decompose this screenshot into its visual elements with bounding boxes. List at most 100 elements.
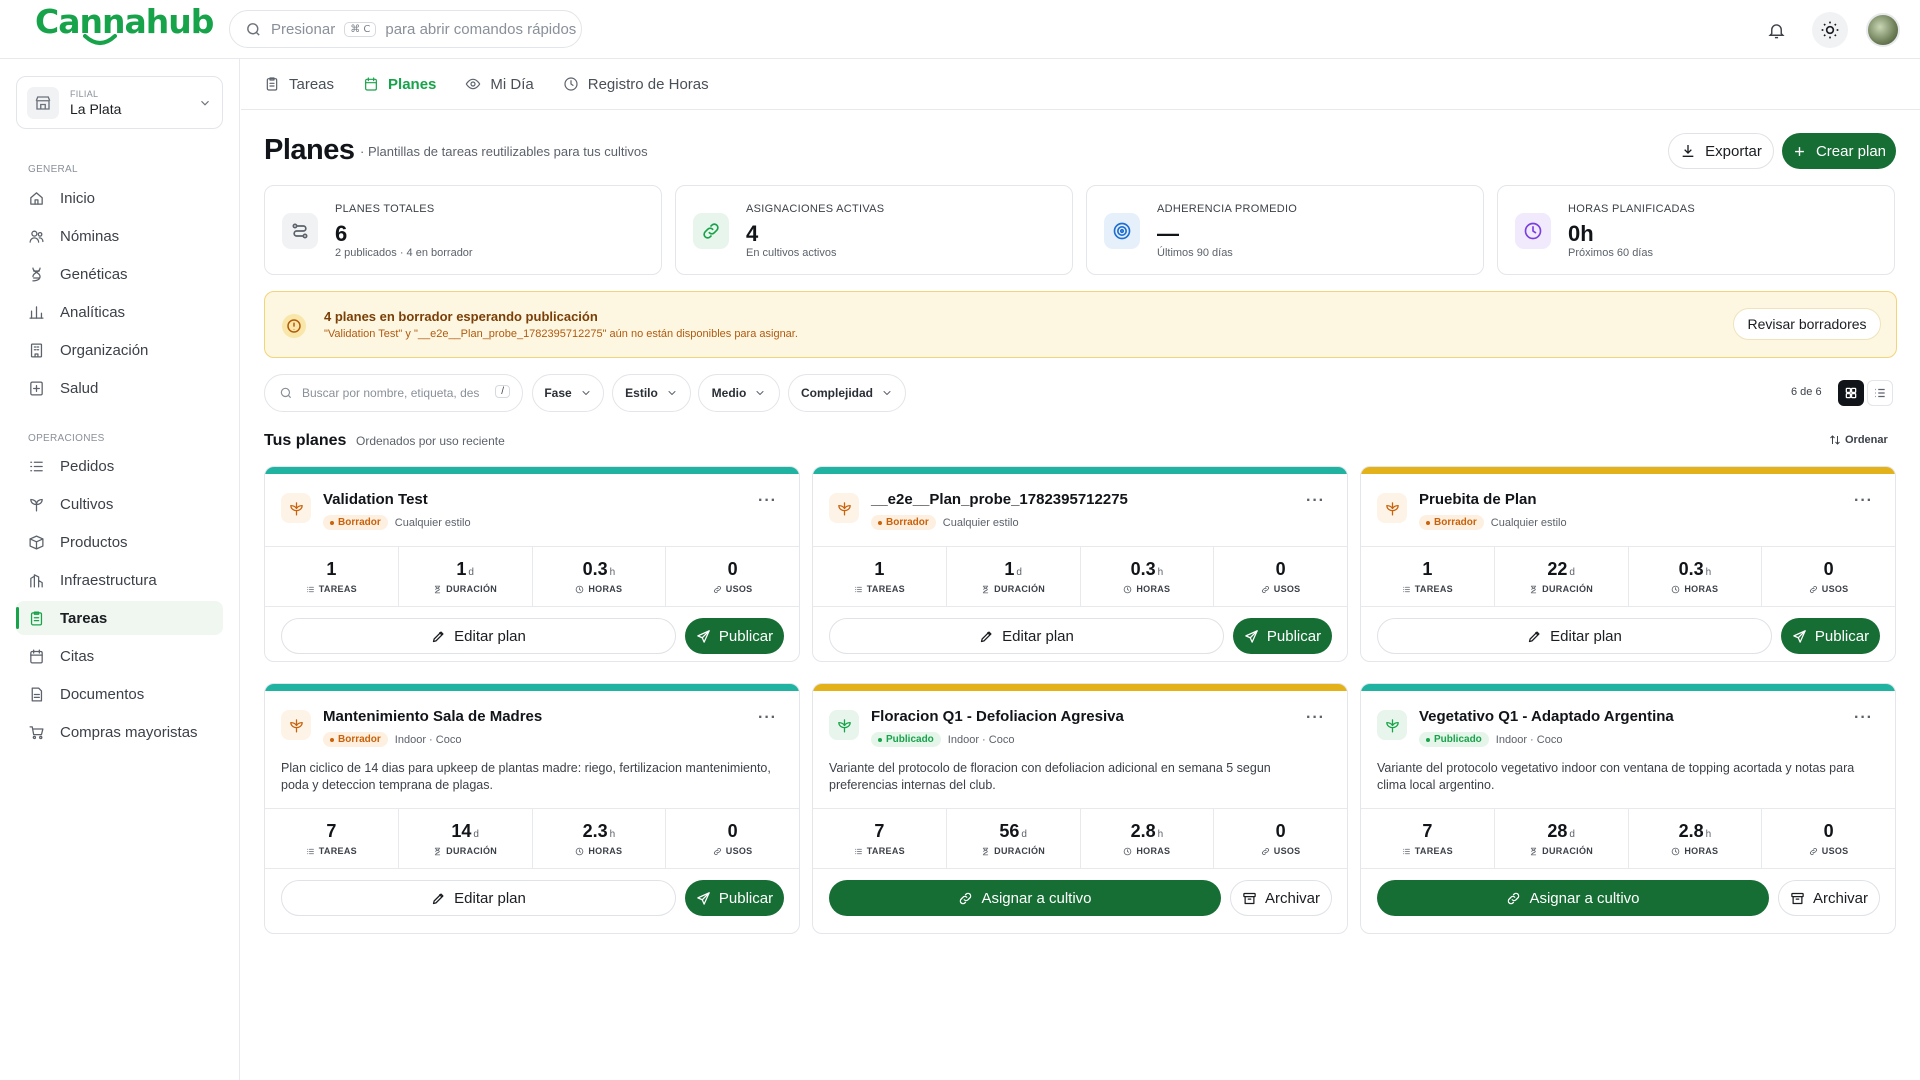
card-accent-bar (265, 684, 799, 691)
plan-card[interactable]: Validation Test ··· Borrador Cualquier esti… (264, 466, 800, 662)
filter-fase-dropdown[interactable]: Fase (532, 374, 604, 412)
more-options-button[interactable]: ··· (758, 709, 777, 727)
sidebar-item-cultivos[interactable]: Cultivos (16, 487, 223, 521)
more-options-button[interactable]: ··· (1306, 709, 1325, 727)
send-icon (697, 629, 710, 643)
sidebar-item-citas[interactable]: Citas (16, 639, 223, 673)
plan-search-placeholder: Buscar por nombre, etiqueta, des (302, 386, 480, 400)
checklist-icon (1402, 848, 1410, 854)
tab-mi-d-a[interactable]: Mi Día (465, 76, 534, 93)
sidebar-item-n-minas[interactable]: Nóminas (16, 219, 223, 253)
publish-button[interactable]: Publicar (685, 618, 784, 654)
plan-meta: Indoor · Coco (1495, 733, 1563, 746)
leaf-icon (289, 718, 303, 733)
status-badge: Borrador (323, 515, 388, 530)
more-options-button[interactable]: ··· (1854, 492, 1873, 510)
edit-plan-button[interactable]: Editar plan (281, 618, 676, 654)
clock-icon (576, 847, 584, 855)
sidebar-item-infraestructura[interactable]: Infraestructura (16, 563, 223, 597)
sidebar-item-compras-mayoristas[interactable]: Compras mayoristas (16, 715, 223, 749)
sidebar-item-pedidos[interactable]: Pedidos (16, 449, 223, 483)
sidebar-item-tareas[interactable]: Tareas (16, 601, 223, 635)
assign-to-crop-button[interactable]: Asignar a cultivo (829, 880, 1221, 916)
plan-metrics: 1 TAREAS 1 d DURACIÓN 0.3 h HORAS 0 USOS (813, 546, 1347, 607)
metric-hours: 0.3 h HORAS (1629, 547, 1763, 606)
stat-card: ADHERENCIA PROMEDIO — Últimos 90 días (1086, 185, 1484, 275)
list-view-button[interactable] (1867, 380, 1893, 406)
plan-card[interactable]: Pruebita de Plan ··· Borrador Cualquier est… (1360, 466, 1896, 662)
search-prefix: Presionar (271, 20, 336, 38)
more-options-button[interactable]: ··· (1306, 492, 1325, 510)
metric-value: 0 (727, 559, 738, 579)
sidebar-item-inicio[interactable]: Inicio (16, 181, 223, 215)
review-drafts-button[interactable]: Revisar borradores (1733, 308, 1881, 340)
sidebar-item-anal-ticas[interactable]: Analíticas (16, 295, 223, 329)
branch-selector[interactable]: FILIAL La Plata (16, 76, 223, 129)
status-badge: Borrador (323, 732, 388, 747)
plan-card[interactable]: Mantenimiento Sala de Madres ··· Borrador I… (264, 683, 800, 934)
grid-view-button[interactable] (1838, 380, 1864, 406)
theme-toggle-button[interactable] (1812, 12, 1848, 48)
archive-icon (1791, 892, 1804, 904)
plan-description: Plan ciclico de 14 dias para upkeep de p… (281, 761, 771, 792)
metric-hours: 2.8 h HORAS (1081, 809, 1215, 868)
pencil-icon (433, 893, 444, 904)
export-button[interactable]: Exportar (1668, 133, 1774, 169)
more-options-button[interactable]: ··· (1854, 709, 1873, 727)
sidebar-item-salud[interactable]: Salud (16, 371, 223, 405)
metric-uses: 0 USOS (666, 547, 799, 606)
metric-value: 1 (1004, 559, 1015, 579)
sidebar-item-label: Analíticas (60, 303, 126, 321)
metric-hours: 0.3 h HORAS (533, 547, 667, 606)
filter-estilo-dropdown[interactable]: Estilo (612, 374, 691, 412)
plan-card[interactable]: __e2e__Plan_probe_1782395712275 ··· Borrad… (812, 466, 1348, 662)
more-options-button[interactable]: ··· (758, 492, 777, 510)
plan-metrics: 1 TAREAS 1 d DURACIÓN 0.3 h HORAS 0 USOS (265, 546, 799, 607)
tab-registro-de-horas[interactable]: Registro de Horas (563, 76, 709, 93)
store-icon (27, 86, 59, 119)
brand-logo[interactable]: Cannahub (35, 2, 214, 45)
plan-card[interactable]: Floracion Q1 - Defoliacion Agresiva ··· Pu… (812, 683, 1348, 934)
metric-value: 1 (456, 559, 467, 579)
clipboard-icon (266, 77, 278, 91)
sidebar-item-documentos[interactable]: Documentos (16, 677, 223, 711)
metric-value: 0.3 (1678, 559, 1704, 579)
command-search[interactable]: Presionar ⌘ C para abrir comandos rápido… (229, 10, 582, 48)
leaf-icon (289, 501, 303, 516)
section-tabs: Tareas Planes Mi Día Registro de Horas (241, 59, 1920, 110)
notifications-button[interactable] (1758, 12, 1794, 48)
publish-button[interactable]: Publicar (685, 880, 784, 916)
sidebar-item-organizaci-n[interactable]: Organización (16, 333, 223, 367)
plan-card[interactable]: Vegetativo Q1 - Adaptado Argentina ··· Pub… (1360, 683, 1896, 934)
sun-icon (1821, 21, 1839, 39)
sort-button[interactable]: Ordenar (1829, 434, 1888, 446)
publish-button[interactable]: Publicar (1233, 618, 1332, 654)
sidebar-item-productos[interactable]: Productos (16, 525, 223, 559)
plan-metrics: 7 TAREAS 28 d DURACIÓN 2.8 h HORAS 0 USOS (1361, 808, 1895, 869)
tab-planes[interactable]: Planes (363, 76, 436, 93)
tab-tareas[interactable]: Tareas (264, 76, 334, 93)
user-avatar[interactable] (1866, 13, 1900, 47)
plan-title: Vegetativo Q1 - Adaptado Argentina (1419, 708, 1674, 725)
edit-plan-button[interactable]: Editar plan (281, 880, 676, 916)
metric-value: 2.8 (1678, 821, 1704, 841)
filter-complejidad-dropdown[interactable]: Complejidad (788, 374, 906, 412)
archive-button[interactable]: Archivar (1778, 880, 1880, 916)
edit-plan-button[interactable]: Editar plan (1377, 618, 1772, 654)
branch-caption: FILIAL (70, 88, 99, 99)
create-plan-button[interactable]: Crear plan (1782, 133, 1896, 169)
home-icon (30, 191, 43, 205)
archive-button[interactable]: Archivar (1230, 880, 1332, 916)
assign-to-crop-button[interactable]: Asignar a cultivo (1377, 880, 1769, 916)
dna-icon (32, 266, 41, 282)
infra-icon (30, 573, 43, 588)
plan-search-input[interactable]: Buscar por nombre, etiqueta, des / (264, 374, 523, 412)
metric-value: 0 (1275, 559, 1286, 579)
filter-medio-dropdown[interactable]: Medio (698, 374, 780, 412)
sidebar-item-gen-ticas[interactable]: Genéticas (16, 257, 223, 291)
send-icon (697, 891, 710, 905)
sidebar-item-label: Pedidos (60, 457, 115, 475)
edit-plan-button[interactable]: Editar plan (829, 618, 1224, 654)
publish-button[interactable]: Publicar (1781, 618, 1880, 654)
checklist-icon (854, 848, 862, 854)
